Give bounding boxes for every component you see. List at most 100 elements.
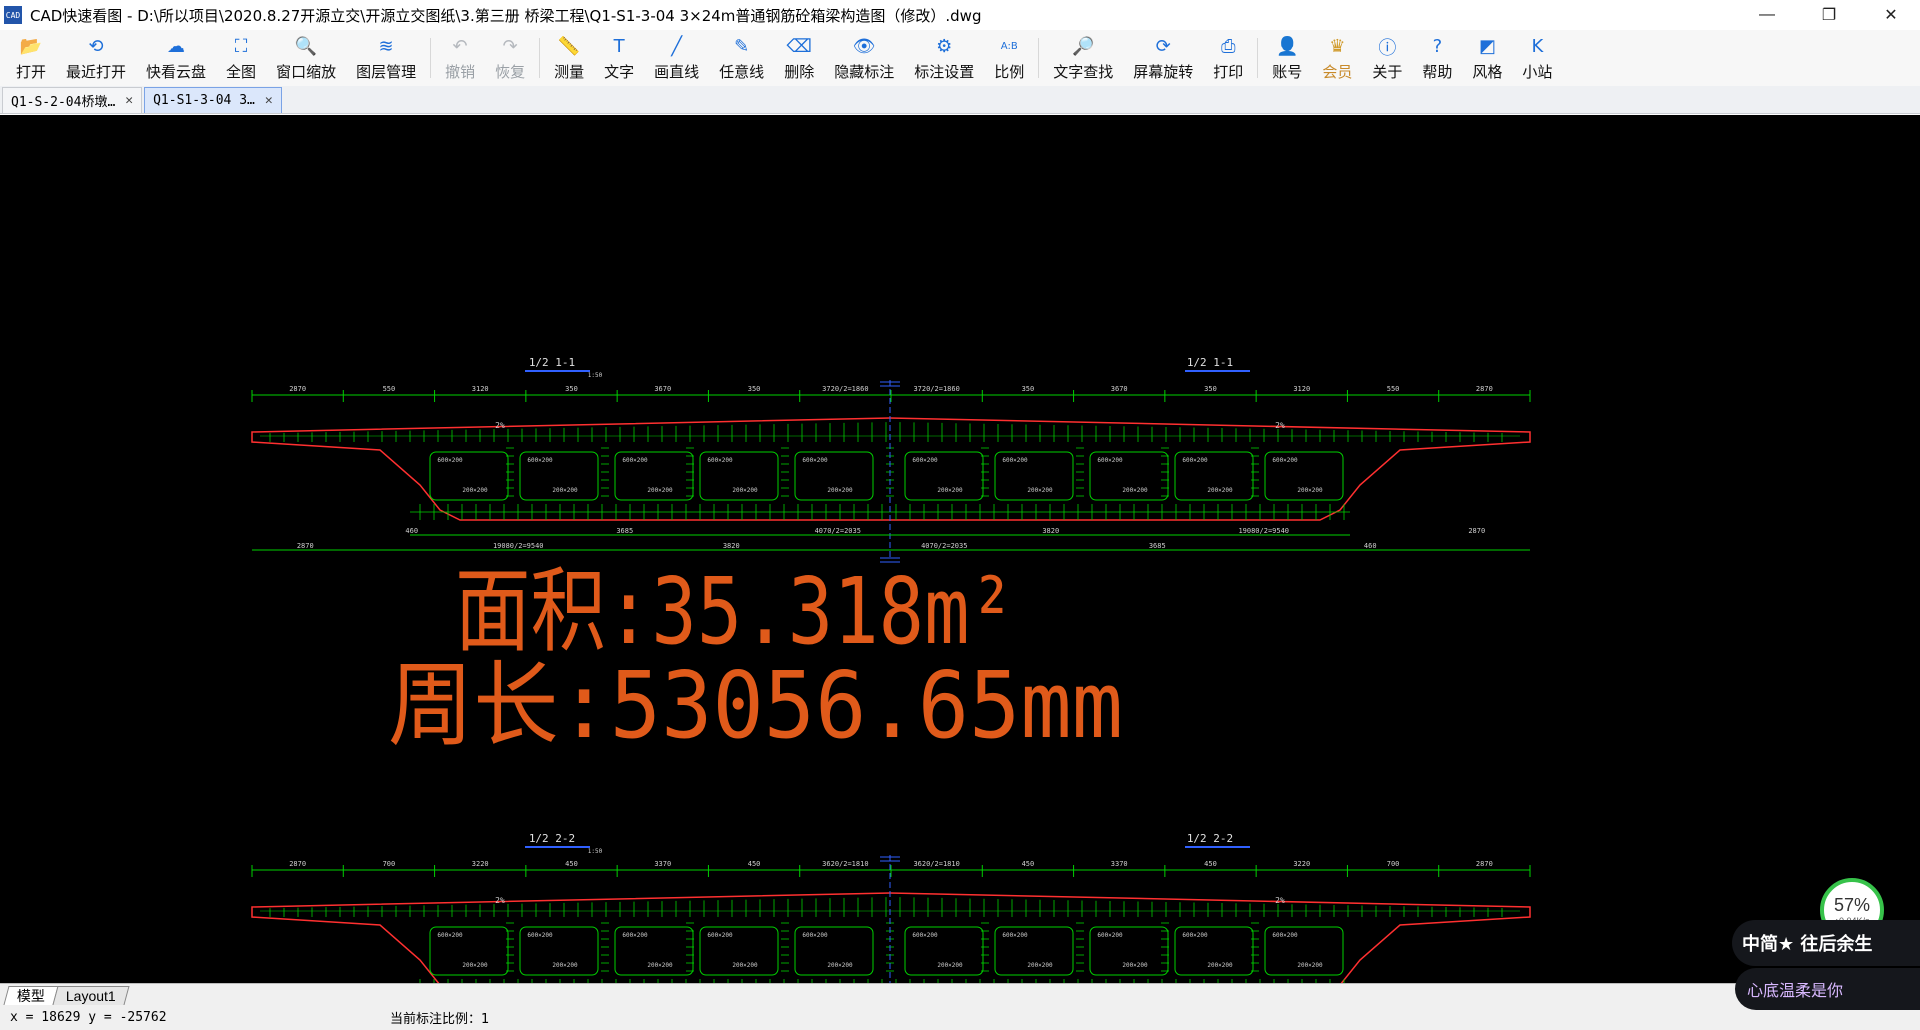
cell-dimension-text: 600×200 [622, 457, 648, 464]
toolbar-button-folder-open[interactable]: 📂 打开 [6, 30, 56, 86]
toolbar-button-style[interactable]: ◩ 风格 [1462, 30, 1512, 86]
toolbar-label: 删除 [784, 62, 815, 81]
toolbar-button-cloud[interactable]: ☁ 快看云盘 [136, 30, 216, 86]
dimension-text: 460 [405, 527, 418, 535]
window-title: CAD快速看图 - D:\所以项目\2020.8.27开源立交\开源立交图纸\3… [30, 6, 982, 25]
speed-percent: 57% [1833, 894, 1871, 915]
dimension-text: 2870 [1476, 385, 1493, 393]
dimension-text: 700 [1387, 860, 1400, 868]
cell-dimension-text: 600×200 [1002, 457, 1028, 464]
toolbar-button-scale[interactable]: A:B 比例 [984, 30, 1034, 86]
tab-label: Q1-S-2-04桥墩… [11, 95, 116, 110]
dimension-text: 2870 [1468, 527, 1485, 535]
dimension-text: 550 [383, 385, 396, 393]
dimension-text: 450 [565, 860, 578, 868]
ime-status-widget[interactable]: 中简★ 往后余生 [1732, 920, 1920, 966]
toolbar-button-window-zoom[interactable]: 🔍 窗口缩放 [266, 30, 346, 86]
cell-dimension-text: 600×200 [1097, 457, 1123, 464]
layout-tab-model[interactable]: 模型 [3, 986, 59, 1005]
toolbar-button-station[interactable]: K 小站 [1512, 30, 1562, 86]
dimension-text: 3720/2=1860 [913, 385, 959, 393]
toolbar-button-text-search[interactable]: 🔎 文字查找 [1043, 30, 1123, 86]
toolbar-button-info[interactable]: ⓘ 关于 [1362, 30, 1412, 86]
toolbar-label: 撤销 [445, 62, 476, 81]
cell-dimension-text: 600×200 [912, 457, 938, 464]
toolbar-label: 文字查找 [1053, 62, 1114, 81]
document-tab-bar: Q1-S-2-04桥墩… ✕ Q1-S1-3-04 3… ✕ [0, 86, 1920, 114]
title-bar: CAD CAD快速看图 - D:\所以项目\2020.8.27开源立交\开源立交… [0, 0, 1920, 30]
toolbar-label: 打开 [16, 62, 47, 81]
cell-dimension-text: 200×200 [552, 487, 578, 494]
toolbar-button-ruler[interactable]: 📏 测量 [544, 30, 594, 86]
toolbar-button-redo[interactable]: ↷ 恢复 [485, 30, 535, 86]
layout-tab-bar: 模型 Layout1 [0, 983, 1920, 1005]
toolbar-button-recent[interactable]: ⟲ 最近打开 [56, 30, 136, 86]
cell-dimension-text: 200×200 [1297, 487, 1323, 494]
toolbar-label: 会员 [1322, 62, 1353, 81]
close-tab-icon[interactable]: ✕ [125, 93, 133, 108]
maximize-button[interactable]: ❐ [1806, 0, 1852, 30]
toolbar-label: 帮助 [1422, 62, 1453, 81]
redo-icon: ↷ [502, 36, 518, 57]
cell-dimension-text: 200×200 [732, 962, 758, 969]
section-title: 1/2 2-2 [529, 832, 575, 845]
toolbar-button-text[interactable]: T 文字 [594, 30, 644, 86]
toolbar-button-printer[interactable]: ⎙ 打印 [1203, 30, 1253, 86]
toolbar-button-line[interactable]: ╱ 画直线 [644, 30, 709, 86]
toolbar-button-eye[interactable]: 👁 隐藏标注 [824, 30, 904, 86]
toolbar-label: 关于 [1372, 62, 1403, 81]
info-icon: ⓘ [1378, 37, 1397, 59]
toolbar-label: 文字 [604, 62, 635, 81]
undo-icon: ↶ [452, 36, 468, 57]
toolbar-button-rotate[interactable]: ⟳ 屏幕旋转 [1123, 30, 1203, 86]
cell-dimension-text: 600×200 [1182, 457, 1208, 464]
toolbar-label: 隐藏标注 [834, 62, 895, 81]
cell-dimension-text: 600×200 [1272, 457, 1298, 464]
toolbar-button-dimension-settings[interactable]: ⚙ 标注设置 [904, 30, 984, 86]
toolbar-button-full-view[interactable]: ⛶ 全图 [216, 30, 266, 86]
toolbar-button-user[interactable]: 👤 账号 [1262, 30, 1312, 86]
toolbar-label: 最近打开 [66, 62, 127, 81]
section-title: 1/2 2-2 [1187, 832, 1233, 845]
user-icon: 👤 [1276, 36, 1299, 57]
cell-dimension-text: 600×200 [527, 932, 553, 939]
toolbar-button-undo[interactable]: ↶ 撤销 [435, 30, 485, 86]
cell-dimension-text: 600×200 [622, 932, 648, 939]
toolbar-button-vip[interactable]: ♛ 会员 [1312, 30, 1362, 86]
drawing-canvas[interactable]: 1/2 1-1 1/2 1-1 1:50 2870 550 3120 350 3670 350 3… [0, 115, 1920, 983]
dimension-text: 350 [1022, 385, 1035, 393]
toolbar-label: 比例 [994, 62, 1025, 81]
toolbar-label: 标注设置 [914, 62, 975, 81]
toolbar-label: 窗口缩放 [276, 62, 337, 81]
dimension-text: 3120 [1293, 385, 1310, 393]
ime-decoration-widget[interactable]: 心底温柔是你 [1735, 968, 1920, 1010]
main-toolbar: 📂 打开 ⟲ 最近打开 ☁ 快看云盘 ⛶ 全图 🔍 窗口缩放 ≋ 图层管理 ↶ 撤销 ↷ 恢复 📏 测量 T 文字 ╱ 画… [0, 30, 1920, 86]
app-logo-icon: CAD [4, 6, 22, 24]
layout-tab-layout1[interactable]: Layout1 [52, 986, 130, 1005]
toolbar-button-help[interactable]: ? 帮助 [1412, 30, 1462, 86]
toolbar-button-eraser[interactable]: ⌫ 删除 [774, 30, 824, 86]
toolbar-label: 打印 [1213, 62, 1244, 81]
dimension-text: 3670 [654, 385, 671, 393]
cell-dimension-text: 200×200 [462, 962, 488, 969]
toolbar-button-layers[interactable]: ≋ 图层管理 [346, 30, 426, 86]
toolbar-label: 屏幕旋转 [1133, 62, 1194, 81]
cell-dimension-text: 600×200 [437, 932, 463, 939]
dimension-text: 3370 [654, 860, 671, 868]
dimension-text: 700 [383, 860, 396, 868]
dimension-text: 450 [748, 860, 761, 868]
minimize-button[interactable]: — [1744, 0, 1790, 30]
tab-document-1[interactable]: Q1-S-2-04桥墩… ✕ [2, 87, 143, 113]
tab-label: Q1-S1-3-04 3… [153, 93, 255, 108]
toolbar-button-freehand[interactable]: ✎ 任意线 [709, 30, 774, 86]
toolbar-label: 画直线 [654, 62, 700, 81]
tab-document-2[interactable]: Q1-S1-3-04 3… ✕ [144, 87, 282, 113]
dimension-text: 3820 [1042, 527, 1059, 535]
toolbar-separator [539, 38, 541, 78]
close-tab-icon[interactable]: ✕ [265, 93, 273, 108]
freehand-icon: ✎ [734, 36, 750, 57]
cell-dimension-text: 200×200 [1297, 962, 1323, 969]
dimension-text: 350 [1204, 385, 1217, 393]
close-window-button[interactable]: ✕ [1868, 0, 1914, 30]
dimension-text: 460 [1364, 542, 1377, 550]
